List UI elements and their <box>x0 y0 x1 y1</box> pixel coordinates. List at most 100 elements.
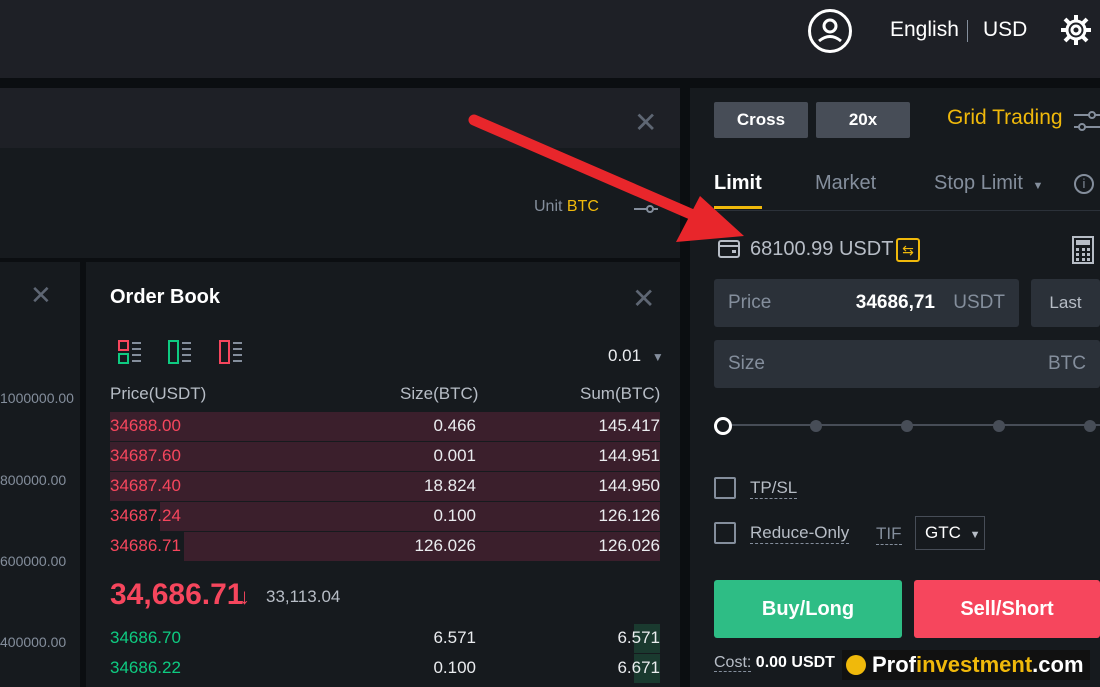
price-input[interactable]: Price 34686,71 USDT <box>714 279 1019 327</box>
price-value: 34686,71 <box>855 292 935 313</box>
calculator-icon[interactable] <box>1072 236 1094 264</box>
cost-value: 0.00 USDT <box>755 654 835 671</box>
chevron-down-icon: ▼ <box>969 529 981 541</box>
ask-row[interactable]: 34687.24 0.100 126.126 <box>110 502 660 531</box>
ask-row[interactable]: 34687.40 18.824 144.950 <box>110 472 660 501</box>
precision-value: 0.01 <box>608 346 642 365</box>
ask-sum: 144.950 <box>598 476 660 495</box>
ask-price: 34686.71 <box>110 536 181 555</box>
watermark-text: .com <box>1032 652 1084 677</box>
margin-mode-button[interactable]: Cross <box>714 102 808 138</box>
sliders-icon[interactable] <box>634 200 658 214</box>
tpsl-label: TP/SL <box>750 478 798 499</box>
close-icon[interactable]: ✕ <box>632 282 655 315</box>
asks-view-icon[interactable] <box>218 340 243 364</box>
slider-step[interactable] <box>901 420 913 432</box>
depth-axis-tick: 1000000.00 <box>0 390 74 406</box>
tpsl-checkbox[interactable] <box>714 477 736 499</box>
info-icon[interactable]: i <box>1074 174 1094 194</box>
chevron-down-icon: ▼ <box>1032 180 1044 192</box>
depth-axis-tick: 600000.00 <box>0 553 67 569</box>
ask-row[interactable]: 34686.71 126.026 126.026 <box>110 532 660 561</box>
buy-long-button[interactable]: Buy/Long <box>714 580 902 638</box>
bid-sum: 6.671 <box>617 658 660 677</box>
ask-sum: 144.951 <box>598 446 660 465</box>
leverage-button[interactable]: 20x <box>816 102 910 138</box>
settings-sliders-icon[interactable] <box>1074 108 1100 134</box>
last-price-button[interactable]: Last <box>1031 279 1100 327</box>
grid-trading-link[interactable]: Grid Trading <box>947 106 1063 130</box>
tab-stop-limit[interactable]: Stop Limit ▼ <box>934 172 1043 195</box>
bid-price: 34686.70 <box>110 628 181 647</box>
divider <box>690 210 1100 211</box>
active-tab-indicator <box>714 206 762 209</box>
top-header: English USD <box>0 0 1100 78</box>
reduce-only-checkbox[interactable] <box>714 522 736 544</box>
both-sides-view-icon[interactable] <box>118 340 142 364</box>
depth-axis-tick: 800000.00 <box>0 472 67 488</box>
depth-axis-tick: 400000.00 <box>0 634 67 650</box>
precision-select[interactable]: 0.01 ▼ <box>608 346 664 366</box>
bid-size: 6.571 <box>433 628 476 647</box>
ask-size: 0.001 <box>433 446 476 465</box>
ask-size: 126.026 <box>414 536 476 555</box>
ask-size: 0.100 <box>433 506 476 525</box>
last-price: 34,686.71 <box>110 578 244 611</box>
ask-price: 34687.60 <box>110 446 181 465</box>
slider-step[interactable] <box>810 420 822 432</box>
cost-label: Cost: <box>714 654 752 672</box>
tif-label: TIF <box>876 524 902 545</box>
slider-handle[interactable] <box>714 417 732 435</box>
col-header-size: Size(BTC) <box>400 384 479 403</box>
close-icon[interactable]: ✕ <box>30 280 52 311</box>
cost-readout: Cost: 0.00 USDT <box>714 654 835 672</box>
tab-market[interactable]: Market <box>815 172 876 195</box>
unit-toggle[interactable]: Unit BTC <box>534 198 599 216</box>
ask-price: 34688.00 <box>110 416 181 435</box>
col-header-sum: Sum(BTC) <box>580 384 661 403</box>
price-label: Price <box>728 292 772 313</box>
currency-selector[interactable]: USD <box>983 18 1027 42</box>
tif-select[interactable]: GTC ▼ <box>915 516 985 550</box>
bid-row[interactable]: 34686.22 0.100 6.671 <box>110 654 660 683</box>
slider-step[interactable] <box>1084 420 1096 432</box>
size-input[interactable]: Size BTC <box>714 340 1100 388</box>
close-icon[interactable]: ✕ <box>634 106 657 139</box>
col-header-price: Price(USDT) <box>110 384 207 403</box>
size-label: Size <box>728 353 765 374</box>
tab-limit[interactable]: Limit <box>714 172 762 195</box>
chevron-down-icon: ▼ <box>651 350 664 364</box>
bid-size: 0.100 <box>433 658 476 677</box>
tab-stop-limit-label: Stop Limit <box>934 172 1023 194</box>
sell-short-button[interactable]: Sell/Short <box>914 580 1100 638</box>
reduce-only-label: Reduce-Only <box>750 523 850 544</box>
ask-row[interactable]: 34688.00 0.466 145.417 <box>110 412 660 441</box>
language-selector[interactable]: English <box>890 18 959 42</box>
unit-value: BTC <box>566 198 599 215</box>
order-book-view-toggles <box>118 340 265 369</box>
available-balance: 68100.99 USDT <box>750 238 894 260</box>
unit-label: Unit <box>534 198 563 215</box>
ask-sum: 145.417 <box>598 416 660 435</box>
bid-sum: 6.571 <box>617 628 660 647</box>
bid-price: 34686.22 <box>110 658 181 677</box>
ask-size: 0.466 <box>433 416 476 435</box>
size-unit: BTC <box>1048 353 1086 374</box>
tif-value: GTC <box>925 523 961 542</box>
chart-tab-row <box>0 88 680 148</box>
transfer-icon[interactable]: ⇆ <box>896 238 920 262</box>
bid-row[interactable]: 34686.70 6.571 6.571 <box>110 624 660 653</box>
chart-panel: ✕ Unit BTC <box>0 88 680 258</box>
bids-view-icon[interactable] <box>168 340 192 364</box>
wallet-icon <box>718 240 740 258</box>
order-form-panel: Cross 20x Grid Trading Limit Market Stop… <box>690 88 1100 687</box>
gear-icon[interactable] <box>1058 12 1094 48</box>
watermark-logo: Profinvestment.com <box>842 650 1090 680</box>
ask-row[interactable]: 34687.60 0.001 144.951 <box>110 442 660 471</box>
order-book-panel: Order Book ✕ 0.01 ▼ Price(USDT) Size(BTC… <box>86 262 680 687</box>
ask-sum: 126.126 <box>598 506 660 525</box>
ask-size: 18.824 <box>424 476 476 495</box>
user-account-icon[interactable] <box>808 9 852 53</box>
ask-sum: 126.026 <box>598 536 660 555</box>
slider-step[interactable] <box>993 420 1005 432</box>
